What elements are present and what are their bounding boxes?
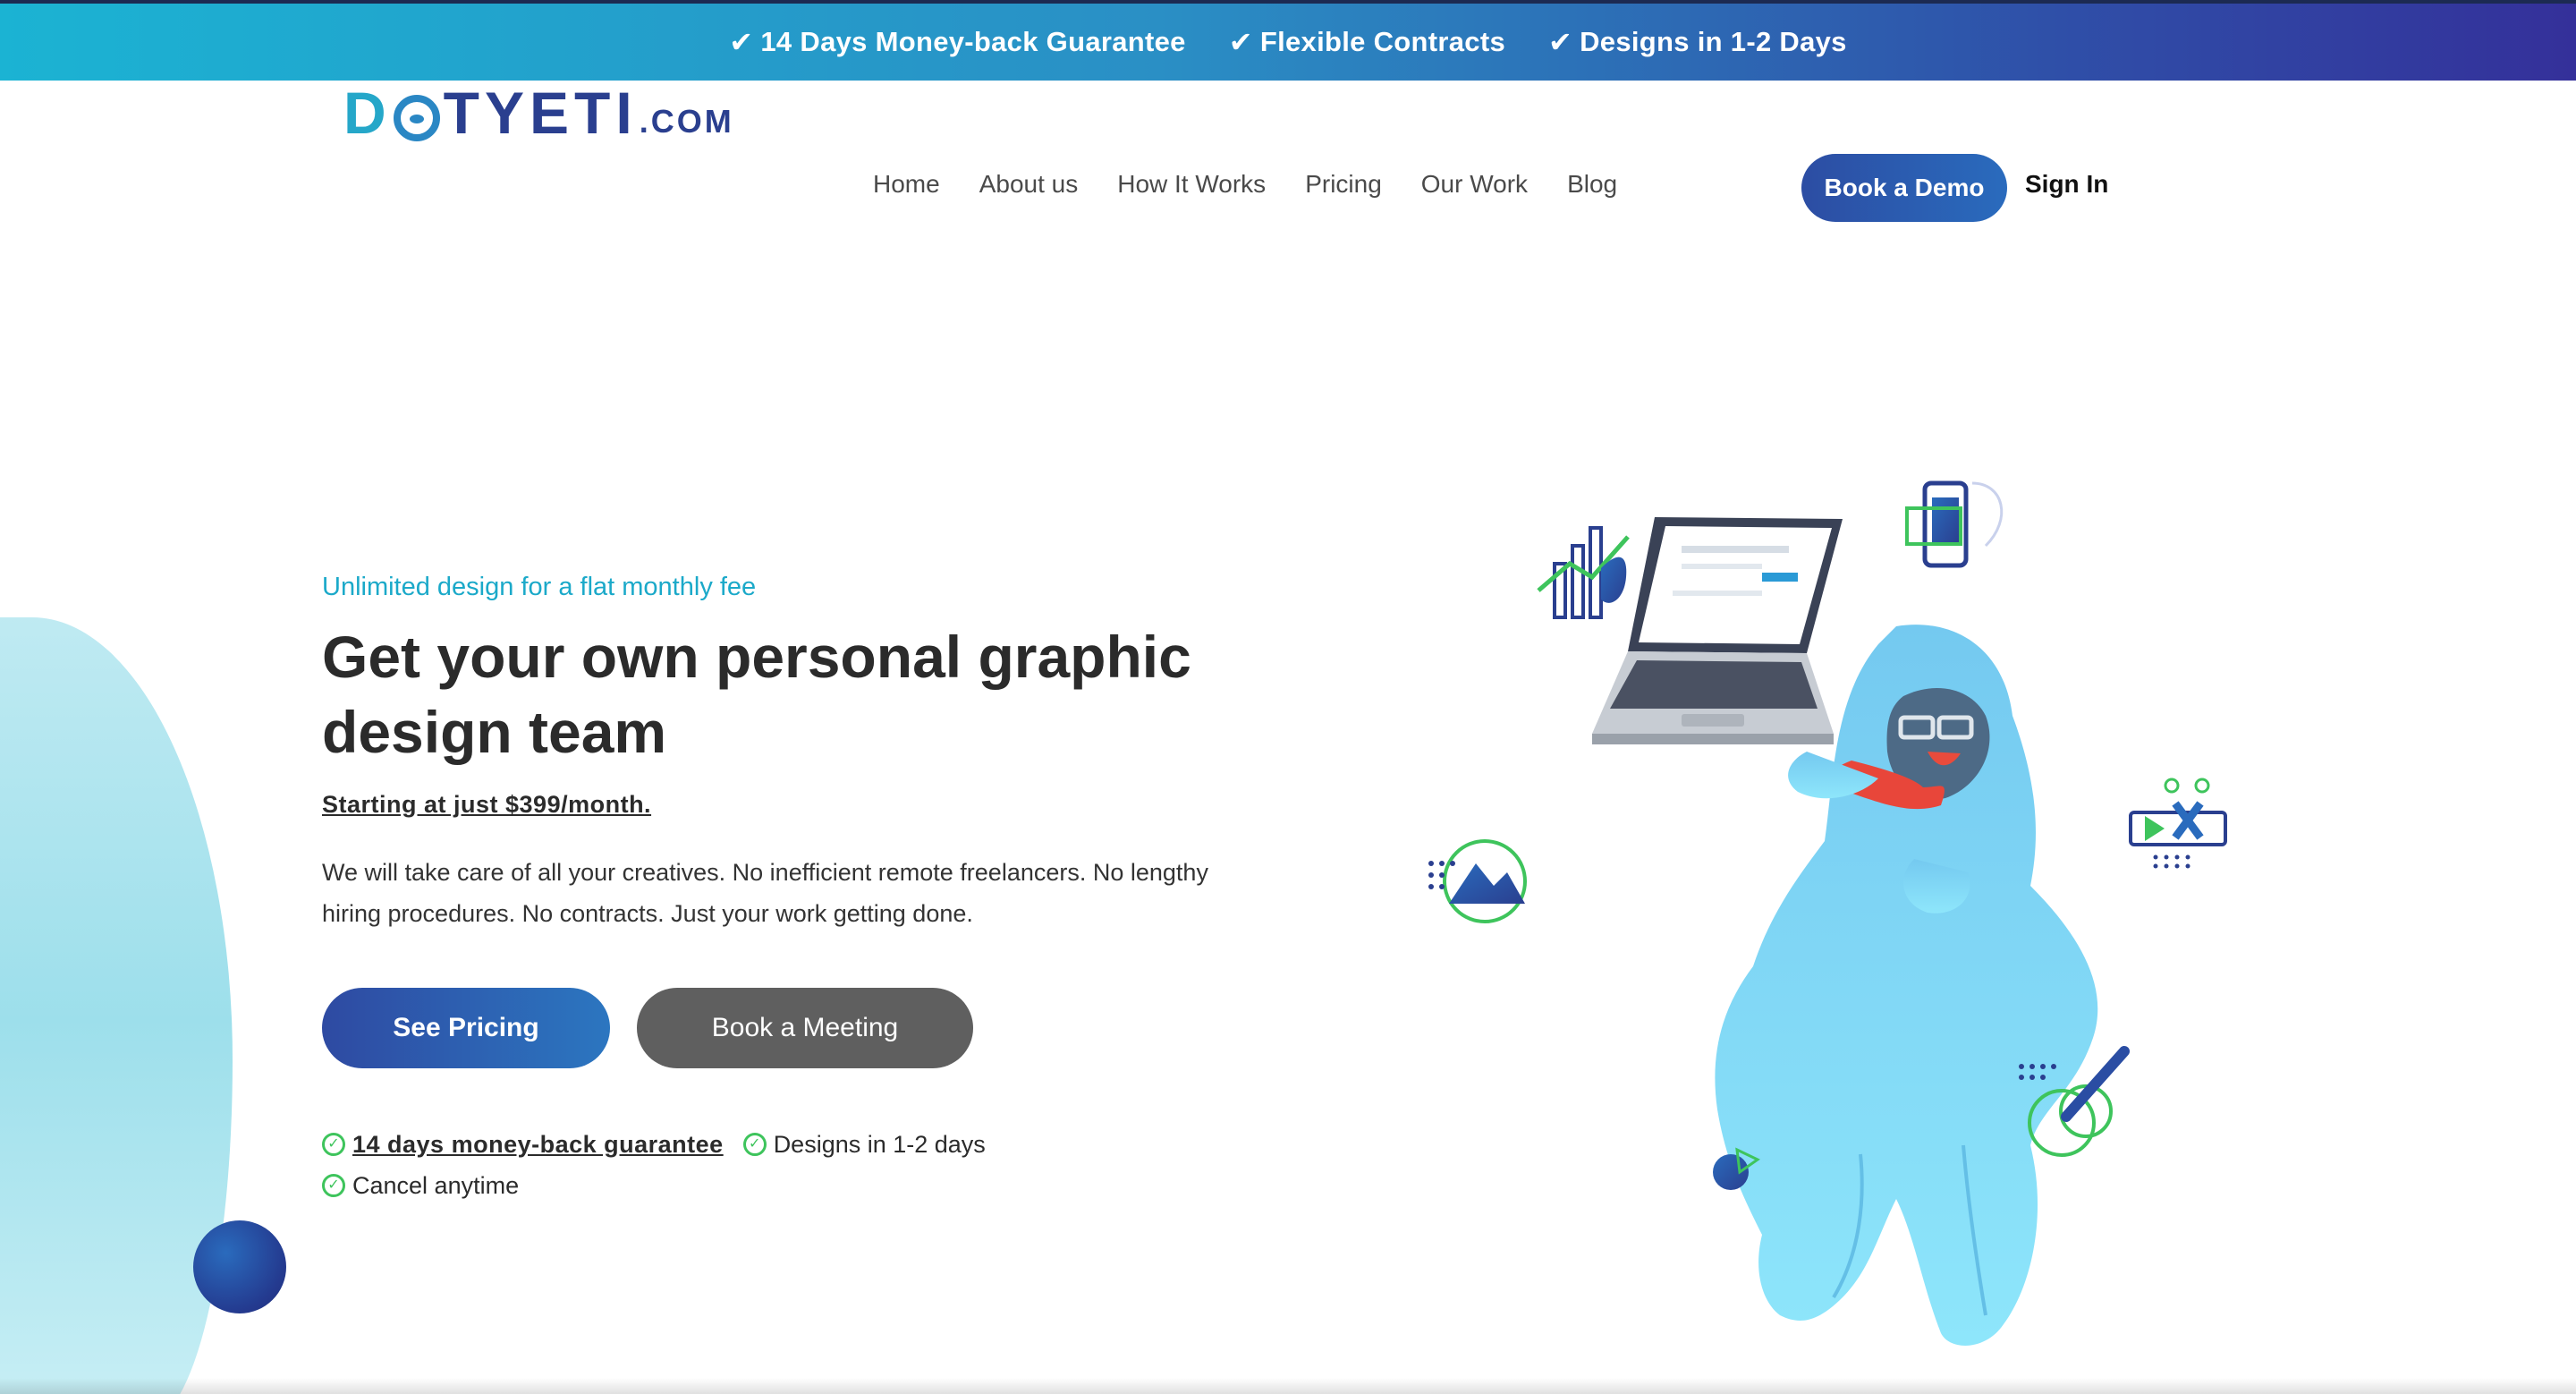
yeti-face-icon: [393, 95, 440, 141]
benefit-text: Cancel anytime: [352, 1171, 520, 1199]
check-icon: ✓: [322, 1174, 345, 1197]
main-nav: Home About us How It Works Pricing Our W…: [873, 170, 1617, 199]
nav-pricing[interactable]: Pricing: [1305, 170, 1382, 199]
guarantee-link[interactable]: 14 days money-back guarantee: [352, 1131, 724, 1159]
starting-price-link[interactable]: Starting at just $399/month.: [322, 791, 651, 819]
benefit-cancel: ✓ Cancel anytime: [322, 1172, 519, 1200]
image-icon: [1428, 839, 1527, 923]
check-icon: ✓: [742, 1133, 767, 1156]
benefits-row: ✓ Cancel anytime: [322, 1165, 1127, 1206]
promo-item-guarantee: ✔ 14 Days Money-back Guarantee: [729, 25, 1185, 59]
promo-item-contracts: ✔ Flexible Contracts: [1229, 25, 1505, 59]
promo-item-delivery: ✔ Designs in 1-2 Days: [1548, 25, 1847, 59]
nav-our-work[interactable]: Our Work: [1421, 170, 1528, 199]
hero-description: We will take care of all your creatives.…: [322, 859, 1208, 927]
site-logo[interactable]: D TYETI .COM: [343, 83, 734, 142]
yeti-illustration: [1428, 480, 2227, 1346]
check-icon: ✔: [729, 26, 754, 58]
nav-how-it-works[interactable]: How It Works: [1117, 170, 1266, 199]
check-icon: ✔: [1228, 26, 1253, 58]
hero-eyebrow: Unlimited design for a flat monthly fee: [322, 573, 757, 601]
benefits-row: ✓ 14 days money-back guarantee ✓ Designs…: [322, 1124, 1127, 1165]
book-demo-button[interactable]: Book a Demo: [1801, 154, 2007, 222]
see-pricing-button[interactable]: See Pricing: [322, 988, 610, 1068]
promo-text: 14 Days Money-back Guarantee: [760, 26, 1186, 57]
benefit-delivery: ✓ Designs in 1-2 days: [742, 1130, 986, 1159]
laptop-icon: [1592, 517, 1843, 744]
benefits-list: ✓ 14 days money-back guarantee ✓ Designs…: [322, 1124, 1127, 1206]
logo-text: TYETI: [443, 80, 638, 146]
benefit-text: Designs in 1-2 days: [773, 1130, 986, 1158]
promo-text: Designs in 1-2 Days: [1580, 26, 1847, 57]
check-icon: ✔: [1547, 26, 1573, 58]
logo-letter-d: D: [343, 80, 392, 146]
decorative-circle: [193, 1220, 286, 1313]
book-meeting-button[interactable]: Book a Meeting: [637, 988, 973, 1068]
design-tools-icon: [2129, 778, 2227, 869]
chart-icon: [1537, 526, 1630, 619]
phone-icon: [1905, 480, 2004, 568]
benefit-guarantee: ✓ 14 days money-back guarantee: [322, 1131, 724, 1159]
nav-blog[interactable]: Blog: [1567, 170, 1617, 199]
sign-in-link[interactable]: Sign In: [2025, 170, 2108, 199]
nav-about[interactable]: About us: [979, 170, 1079, 199]
logo-suffix: .COM: [639, 103, 734, 140]
hero-headline: Get your own personal graphic design tea…: [322, 624, 1191, 765]
nav-home[interactable]: Home: [873, 170, 940, 199]
logo-wordmark: D TYETI: [343, 83, 638, 142]
promo-text: Flexible Contracts: [1259, 26, 1505, 57]
check-icon: ✓: [322, 1133, 345, 1156]
section-divider: [0, 1378, 2576, 1394]
promo-banner: ✔ 14 Days Money-back Guarantee ✔ Flexibl…: [0, 0, 2576, 81]
